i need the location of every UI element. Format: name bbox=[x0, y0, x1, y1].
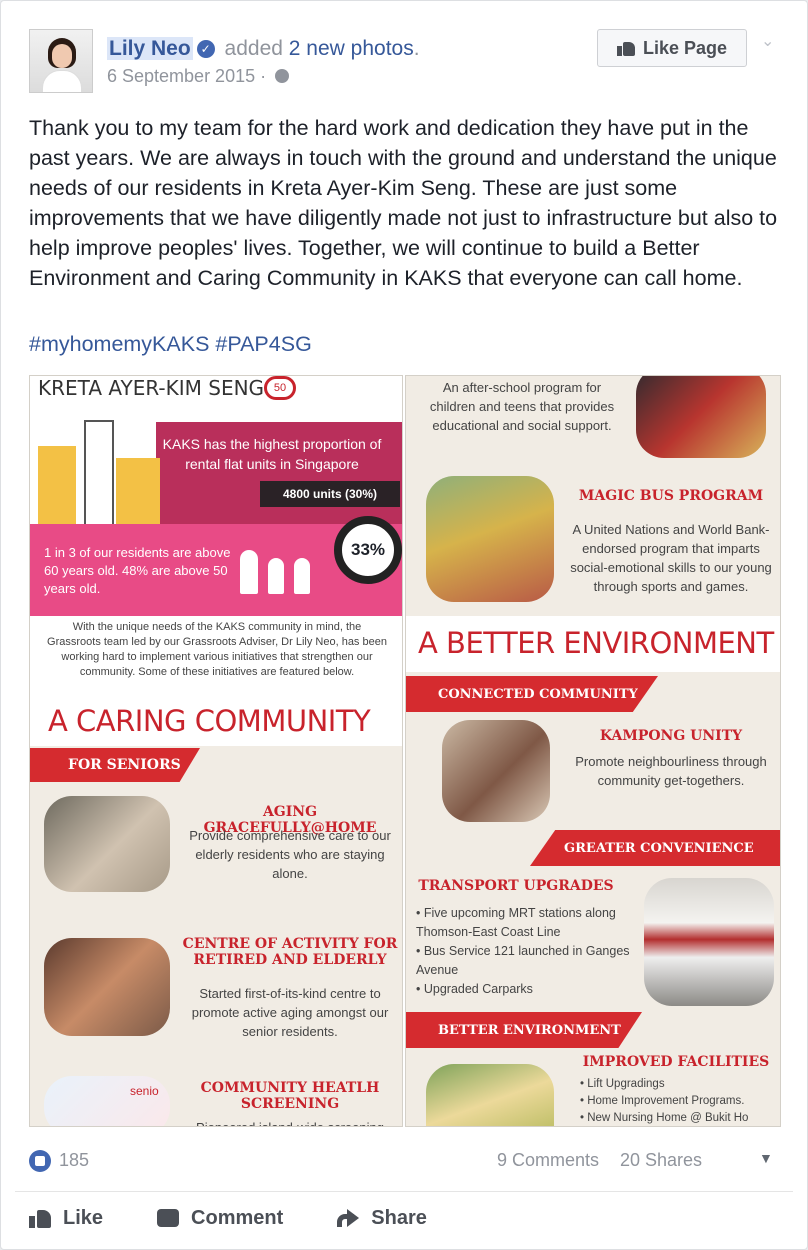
share-icon bbox=[337, 1209, 360, 1227]
author-avatar[interactable] bbox=[29, 29, 93, 93]
transport-bullets: • Five upcoming MRT stations along Thoms… bbox=[416, 904, 642, 999]
screening-text: Pioneered island-wide screening bbox=[180, 1118, 400, 1126]
thumbs-up-icon bbox=[29, 1208, 51, 1228]
like-count[interactable]: 185 bbox=[59, 1150, 89, 1171]
thumbs-up-icon bbox=[616, 40, 635, 56]
share-count[interactable]: 20 Shares bbox=[620, 1150, 702, 1171]
transport-bullet: • Upgraded Carparks bbox=[416, 982, 533, 996]
like-reaction-icon[interactable] bbox=[29, 1150, 51, 1172]
like-page-button[interactable]: Like Page bbox=[597, 29, 747, 67]
ribbon-better-environment: BETTER ENVIRONMENT bbox=[406, 1012, 642, 1048]
magic-bus-photo bbox=[426, 476, 554, 602]
kampong-photo bbox=[442, 720, 550, 822]
better-environment-heading: A BETTER ENVIRONMENT bbox=[418, 626, 774, 660]
post-photos: KRETA AYER-KIM SENG 50 KAKS has the high… bbox=[29, 375, 781, 1127]
transport-bullet: • Bus Service 121 launched in Ganges Ave… bbox=[416, 944, 630, 977]
centre-photo bbox=[44, 938, 170, 1036]
post-action-prefix: added bbox=[224, 37, 283, 60]
facilities-bullet: • New Nursing Home @ Bukit Ho bbox=[580, 1112, 749, 1124]
post-date[interactable]: 6 September 2015 bbox=[107, 66, 255, 86]
facilities-title: IMPROVED FACILITIES bbox=[582, 1054, 770, 1070]
kampong-title: KAMPONG UNITY bbox=[599, 728, 743, 744]
elderly-figures-icon bbox=[236, 546, 320, 598]
like-label: Like bbox=[63, 1206, 104, 1229]
post-body-text: Thank you to my team for the hard work a… bbox=[29, 116, 778, 290]
comment-button[interactable]: Comment bbox=[157, 1201, 283, 1235]
share-button[interactable]: Share bbox=[337, 1201, 427, 1235]
screening-logo-text: senio bbox=[130, 1084, 159, 1098]
comment-icon bbox=[157, 1209, 180, 1227]
aging-photo bbox=[44, 796, 170, 892]
chevron-down-icon[interactable]: ▼ bbox=[759, 1150, 773, 1166]
ribbon-greater-convenience: GREATER CONVENIENCE bbox=[530, 830, 780, 866]
mrt-photo bbox=[644, 878, 774, 1006]
transport-title: TRANSPORT UPGRADES bbox=[418, 878, 614, 894]
intro-text: With the unique needs of the KAKS commun… bbox=[47, 621, 387, 678]
photo-caring-community[interactable]: KRETA AYER-KIM SENG 50 KAKS has the high… bbox=[29, 375, 403, 1127]
transport-bullet: • Five upcoming MRT stations along Thoms… bbox=[416, 906, 616, 939]
anniversary-badge: 50 bbox=[264, 376, 296, 400]
reaction-bar: 185 9 Comments 20 Shares ▼ bbox=[29, 1146, 779, 1176]
rental-units: 4800 units (30%) bbox=[260, 481, 400, 507]
facilities-photo bbox=[426, 1064, 554, 1126]
author-name-link[interactable]: Lily Neo bbox=[107, 37, 193, 60]
residents-text: 1 in 3 of our residents are above 60 yea… bbox=[44, 545, 231, 596]
author-line: Lily Neo ✓ added 2 new photos. bbox=[107, 37, 420, 61]
comment-count[interactable]: 9 Comments bbox=[497, 1150, 599, 1171]
facilities-bullets: • Lift Upgradings • Home Improvement Pro… bbox=[580, 1076, 776, 1126]
post-meta: 6 September 2015 · bbox=[107, 66, 290, 87]
aging-text: Provide comprehensive care to our elderl… bbox=[189, 828, 391, 881]
comment-label: Comment bbox=[191, 1206, 284, 1229]
percent-circle: 33% bbox=[334, 516, 402, 584]
facilities-bullet: • Lift Upgradings bbox=[580, 1078, 665, 1090]
divider bbox=[15, 1191, 793, 1192]
like-page-label: Like Page bbox=[642, 37, 728, 58]
ribbon-for-seniors: FOR SENIORS bbox=[30, 748, 200, 782]
photo-better-environment[interactable]: An after-school program for children and… bbox=[405, 375, 781, 1127]
infographic-title: KRETA AYER-KIM SENG bbox=[38, 376, 265, 400]
facilities-bullet: • Home Improvement Programs. bbox=[580, 1095, 745, 1107]
after-school-photo bbox=[636, 376, 766, 458]
share-label: Share bbox=[371, 1206, 427, 1229]
magic-bus-text: A United Nations and World Bank-endorsed… bbox=[570, 522, 772, 594]
caring-community-heading: A CARING COMMUNITY bbox=[48, 704, 371, 738]
chevron-down-icon[interactable]: ⌄ bbox=[761, 31, 777, 50]
kampong-text: Promote neighbourliness through communit… bbox=[575, 754, 767, 788]
magic-bus-title: MAGIC BUS PROGRAM bbox=[578, 488, 764, 504]
centre-title: CENTRE OF ACTIVITY FOR RETIRED AND ELDER… bbox=[182, 936, 398, 968]
globe-icon bbox=[275, 69, 290, 83]
screening-title: COMMUNITY HEATLH SCREENING bbox=[200, 1080, 380, 1112]
verified-icon: ✓ bbox=[196, 40, 215, 58]
centre-text: Started first-of-its-kind centre to prom… bbox=[191, 986, 389, 1039]
post-hashtags[interactable]: #myhomemyKAKS #PAP4SG bbox=[29, 332, 312, 357]
after-school-text: An after-school program for children and… bbox=[429, 380, 615, 433]
ribbon-connected-community: CONNECTED COMMUNITY bbox=[406, 676, 658, 712]
rental-text: KAKS has the highest proportion of renta… bbox=[162, 436, 382, 472]
photos-link[interactable]: 2 new photos bbox=[289, 37, 414, 60]
post-actions: Like Comment Share bbox=[29, 1201, 427, 1235]
like-button[interactable]: Like bbox=[29, 1201, 103, 1235]
facebook-post-card: Lily Neo ✓ added 2 new photos. 6 Septembe… bbox=[0, 0, 808, 1250]
post-action-suffix: . bbox=[413, 37, 420, 60]
